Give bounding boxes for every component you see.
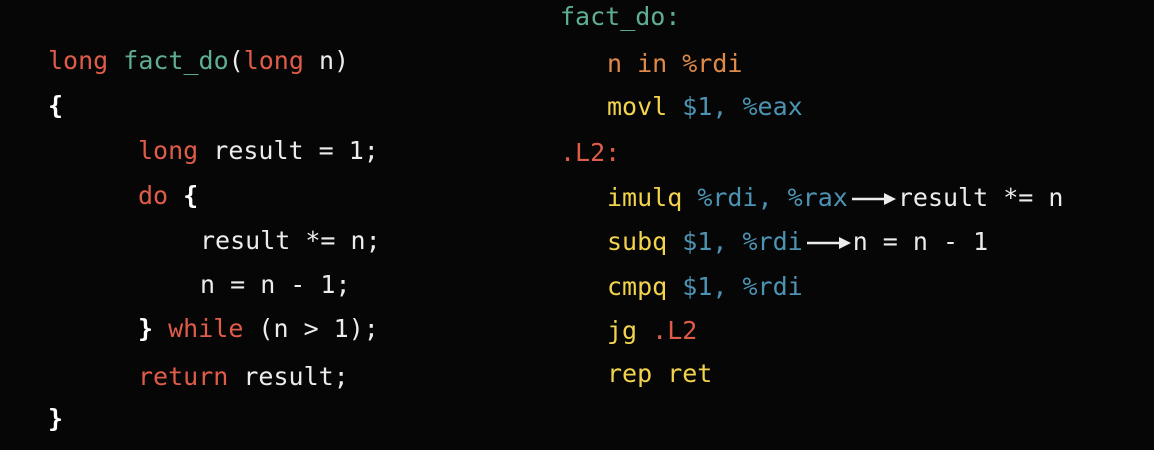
c-line-decrement: n = n - 1; [200, 270, 351, 299]
c-line-do: do { [138, 181, 198, 211]
keyword-while: while [153, 314, 244, 343]
jg-target: .L2 [637, 316, 698, 345]
keyword-long-result: long [138, 136, 199, 165]
return-value: result; [228, 362, 349, 391]
paren: ( [228, 46, 244, 75]
arrow-right-icon [803, 228, 853, 258]
close-brace: } [48, 404, 64, 433]
opcode-cmpq: cmpq [607, 272, 668, 301]
keyword-long-param: long [243, 46, 304, 75]
movl-operands: $1, %eax [667, 92, 803, 121]
c-line-open-brace: { [48, 91, 63, 121]
opcode-movl: movl [607, 92, 668, 121]
asm-line-jg: jg .L2 [607, 316, 697, 346]
opcode-imulq: imulq [607, 183, 683, 212]
subq-annotation: n = n - 1 [852, 227, 989, 256]
opcode-jg: jg [607, 316, 638, 345]
asm-line-movl: movl $1, %eax [607, 92, 803, 122]
c-line-multiply: result *= n; [200, 226, 381, 255]
keyword-long: long [48, 46, 109, 75]
imulq-operands: %rdi, %rax [682, 183, 848, 212]
c-line-close-brace: } [48, 404, 63, 434]
asm-note-n-in-rdi: n in %rdi [607, 49, 743, 78]
param-n: n) [303, 46, 350, 75]
asm-label-fact-do: fact_do: [560, 2, 681, 31]
keyword-return: return [138, 362, 229, 391]
asm-line-rep-ret: rep ret [607, 359, 713, 388]
asm-label-l2: .L2: [560, 138, 621, 167]
c-line-result-decl: long result = 1; [138, 136, 379, 166]
result-decl: result = 1; [198, 136, 379, 165]
function-name: fact_do [123, 46, 229, 75]
subq-operands: $1, %rdi [667, 227, 803, 256]
imulq-annotation: result *= n [897, 183, 1064, 212]
asm-line-cmpq: cmpq $1, %rdi [607, 272, 803, 302]
close-do-brace: } [138, 314, 154, 343]
keyword-do: do [138, 181, 169, 210]
opcode-subq: subq [607, 227, 668, 256]
c-line-signature: long fact_do(long n) [48, 46, 349, 76]
asm-line-subq: subq $1, %rdi n = n - 1 [607, 227, 988, 258]
while-condition: (n > 1); [243, 314, 379, 343]
asm-line-imulq: imulq %rdi, %rax result *= n [607, 183, 1063, 214]
do-brace: { [168, 181, 199, 210]
c-line-return: return result; [138, 362, 349, 392]
c-line-while: } while (n > 1); [138, 314, 379, 344]
cmpq-operands: $1, %rdi [667, 272, 803, 301]
open-brace: { [48, 91, 64, 120]
arrow-right-icon [848, 184, 898, 214]
